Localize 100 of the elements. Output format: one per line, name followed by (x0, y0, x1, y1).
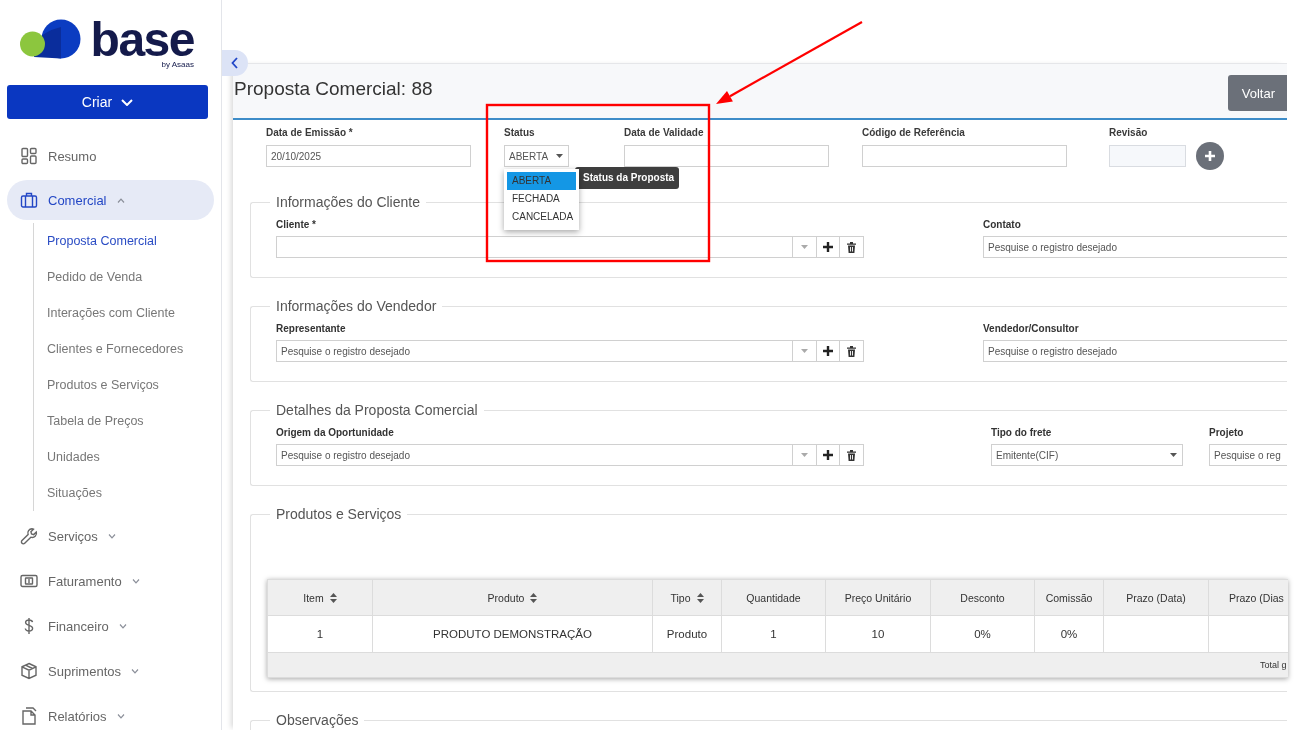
table-cell: 0% (1034, 615, 1104, 653)
lookup-field[interactable]: Pesquise o registro desejado (276, 444, 793, 466)
caret-down-icon (801, 349, 808, 353)
plus-icon (823, 242, 833, 252)
column-header: Desconto (930, 579, 1035, 616)
nav-subitem[interactable]: Produtos e Serviços (34, 367, 221, 403)
grid-icon (20, 147, 38, 165)
table-footer: Total g (267, 652, 1288, 678)
page-title: Proposta Comercial: 88 (234, 78, 433, 100)
caret-down-icon (1170, 453, 1177, 457)
nav-item[interactable]: Serviços (7, 525, 214, 547)
plus-icon (1204, 150, 1216, 162)
dropdown-option[interactable]: ABERTA (507, 172, 576, 190)
table-cell: 1 (267, 615, 373, 653)
table-cell: PRODUTO DEMONSTRAÇÃO (372, 615, 653, 653)
input-field[interactable] (624, 145, 829, 167)
table-cell: Produto (652, 615, 722, 653)
briefcase-icon (20, 191, 38, 209)
input-field[interactable]: 20/10/2025 (266, 145, 471, 167)
box-icon (20, 662, 38, 680)
section-title: Observações (275, 712, 360, 729)
column-header: Prazo (Data) (1103, 579, 1209, 616)
delete-button[interactable] (840, 444, 864, 466)
nav-item[interactable]: Comercial (7, 180, 214, 220)
nav-subitem[interactable]: Pedido de Venda (34, 259, 221, 295)
field-label: Data de Validade (624, 126, 705, 139)
nav-subitem[interactable]: Interações com Cliente (34, 295, 221, 331)
field-label: Cliente * (276, 219, 317, 231)
back-button[interactable]: Voltar (1227, 75, 1287, 111)
search-field[interactable]: Pesquise o reg (1209, 444, 1287, 466)
trash-icon (847, 241, 856, 253)
add-button[interactable] (817, 444, 840, 466)
nav-item[interactable]: Relatórios (7, 705, 214, 727)
chevron-left-icon (230, 57, 238, 69)
nav-item[interactable]: Financeiro (7, 615, 214, 637)
field-label: Revisão (1109, 126, 1149, 139)
table-cell: 10 (825, 615, 931, 653)
trash-icon (847, 449, 856, 461)
table-cell: 0% (930, 615, 1035, 653)
logo-wordmark: base (90, 20, 194, 60)
column-header[interactable]: Tipo (652, 579, 722, 616)
trash-icon (847, 345, 856, 357)
nav-subitem[interactable]: Unidades (34, 439, 221, 475)
nav-subitem[interactable]: Proposta Comercial (34, 223, 221, 259)
dropdown-toggle-button[interactable] (793, 444, 817, 466)
column-header[interactable]: Item (267, 579, 373, 616)
field-label: Origem da Oportunidade (276, 427, 395, 439)
column-header: Prazo (Dias (1208, 579, 1288, 616)
section-title: Produtos e Serviços (275, 506, 403, 523)
chevron-down-icon (121, 98, 134, 106)
select-field[interactable]: ABERTA (504, 145, 569, 167)
field-label: Código de Referência (862, 126, 966, 139)
section-title: Informações do Cliente (275, 194, 421, 211)
section-title: Detalhes da Proposta Comercial (275, 402, 479, 419)
field-label: Representante (276, 323, 347, 335)
caret-down-icon (801, 245, 808, 249)
nav-subitem[interactable]: Situações (34, 475, 221, 511)
field-label: Vendedor/Consultor (983, 323, 1080, 335)
nav-subitem[interactable]: Tabela de Preços (34, 403, 221, 439)
column-header: Quantidade (721, 579, 826, 616)
delete-button[interactable] (840, 236, 864, 258)
dropdown-toggle-button[interactable] (793, 340, 817, 362)
column-header: Comissão (1034, 579, 1104, 616)
select-field[interactable]: Emitente(CIF) (991, 444, 1183, 466)
column-header[interactable]: Produto (372, 579, 653, 616)
dropdown-toggle-button[interactable] (793, 236, 817, 258)
tooltip: Status da Proposta (575, 167, 680, 189)
field-label: Contato (983, 219, 1022, 231)
field-label: Projeto (1209, 427, 1245, 439)
collapse-button[interactable] (222, 50, 248, 76)
logo-tagline: by Asaas (161, 60, 194, 69)
dropdown-option[interactable]: FECHADA (507, 190, 576, 208)
plus-icon (823, 450, 833, 460)
caret-down-icon (801, 453, 808, 457)
add-button[interactable] (817, 236, 840, 258)
create-button[interactable]: Criar (7, 85, 208, 119)
wrench-icon (20, 527, 38, 545)
lookup-field[interactable] (276, 236, 793, 258)
field-label: Tipo do frete (991, 427, 1053, 439)
search-field[interactable]: Pesquise o registro desejado (983, 340, 1287, 362)
nav-item[interactable]: Resumo (7, 145, 214, 167)
nav-subitem[interactable]: Clientes e Fornecedores (34, 331, 221, 367)
nav-item[interactable]: Suprimentos (7, 660, 214, 682)
input-field[interactable] (862, 145, 1067, 167)
lookup-field[interactable]: Pesquise o registro desejado (276, 340, 793, 362)
plus-icon (823, 346, 833, 356)
section-title: Informações do Vendedor (275, 298, 438, 315)
document-icon (20, 707, 38, 725)
delete-button[interactable] (840, 340, 864, 362)
caret-down-icon (556, 154, 563, 158)
dropdown-option[interactable]: CANCELADA (507, 208, 576, 226)
field-label: Status (504, 126, 536, 139)
column-header: Preço Unitário (825, 579, 931, 616)
nav-item[interactable]: Faturamento (7, 570, 214, 592)
search-field[interactable]: Pesquise o registro desejado (983, 236, 1287, 258)
table-cell: 1 (721, 615, 826, 653)
logo-icon (20, 19, 81, 59)
field-label: Data de Emissão * (266, 126, 354, 139)
add-button[interactable] (817, 340, 840, 362)
banknote-icon (20, 572, 38, 590)
